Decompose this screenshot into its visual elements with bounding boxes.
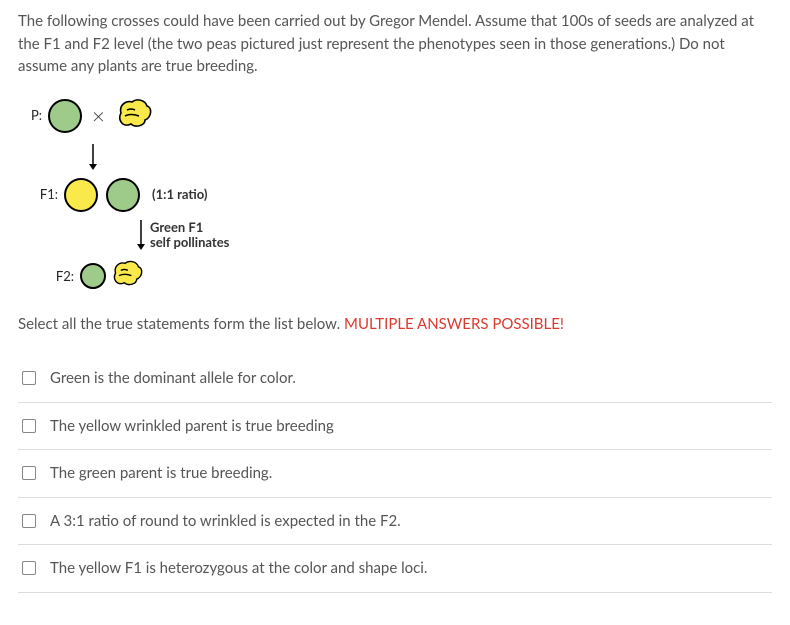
option-row[interactable]: A 3:1 ratio of round to wrinkled is expe… bbox=[18, 498, 772, 546]
checkbox-icon[interactable] bbox=[22, 419, 36, 433]
pea-green-round-icon bbox=[80, 263, 106, 289]
prompt-plain: Select all the true statements form the … bbox=[18, 315, 344, 333]
checkbox-icon[interactable] bbox=[22, 514, 36, 528]
option-label: The green parent is true breeding. bbox=[50, 462, 272, 485]
pea-yellow-wrinkled-icon bbox=[110, 258, 144, 295]
option-label: The yellow F1 is heterozygous at the col… bbox=[50, 557, 427, 580]
p-row: P: × bbox=[18, 96, 772, 137]
answer-options: Green is the dominant allele for color. … bbox=[18, 355, 772, 593]
self-pollinates-label: Green F1 self pollinates bbox=[136, 218, 772, 252]
checkbox-icon[interactable] bbox=[22, 466, 36, 480]
cross-symbol: × bbox=[92, 99, 105, 132]
prompt-text: Select all the true statements form the … bbox=[18, 313, 772, 336]
intro-text: The following crosses could have been ca… bbox=[18, 10, 772, 78]
f2-label: F2: bbox=[18, 267, 74, 287]
cross-diagram: P: × F1: (1:1 ratio) Green F1 self polli… bbox=[18, 96, 772, 295]
f1-row: F1: (1:1 ratio) bbox=[18, 178, 772, 212]
arrow-down-icon bbox=[88, 142, 772, 172]
checkbox-icon[interactable] bbox=[22, 561, 36, 575]
option-row[interactable]: Green is the dominant allele for color. bbox=[18, 355, 772, 403]
p-label: P: bbox=[18, 106, 42, 126]
f2-row: F2: bbox=[18, 258, 772, 295]
prompt-emphasis: MULTIPLE ANSWERS POSSIBLE! bbox=[344, 315, 564, 333]
option-row[interactable]: The yellow wrinkled parent is true breed… bbox=[18, 403, 772, 451]
self-line2: self pollinates bbox=[150, 234, 229, 250]
checkbox-icon[interactable] bbox=[22, 371, 36, 385]
pea-yellow-wrinkled-icon bbox=[115, 96, 153, 137]
option-row[interactable]: The yellow F1 is heterozygous at the col… bbox=[18, 545, 772, 593]
self-line1: Green F1 bbox=[150, 219, 203, 235]
option-label: Green is the dominant allele for color. bbox=[50, 367, 296, 390]
f1-label: F1: bbox=[18, 185, 58, 205]
option-row[interactable]: The green parent is true breeding. bbox=[18, 450, 772, 498]
pea-green-round-icon bbox=[48, 99, 82, 133]
option-label: A 3:1 ratio of round to wrinkled is expe… bbox=[50, 510, 401, 533]
f1-ratio-text: (1:1 ratio) bbox=[152, 185, 207, 205]
pea-green-round-icon bbox=[106, 178, 140, 212]
pea-yellow-round-icon bbox=[64, 178, 98, 212]
option-label: The yellow wrinkled parent is true breed… bbox=[50, 415, 334, 438]
